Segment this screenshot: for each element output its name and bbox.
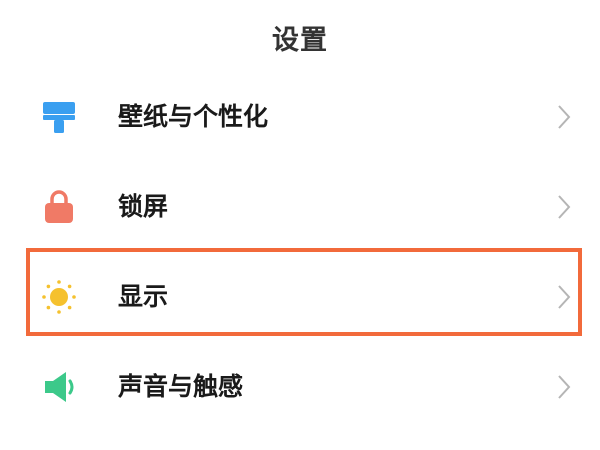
settings-item-display[interactable]: 显示 [0, 252, 600, 342]
settings-item-label: 锁屏 [118, 192, 169, 221]
sun-icon [40, 278, 78, 316]
settings-item-label: 壁纸与个性化 [118, 102, 269, 131]
wallpaper-brush-icon [40, 98, 78, 136]
page-title: 设置 [272, 25, 328, 56]
chevron-right-icon [556, 193, 572, 221]
chevron-right-icon [556, 283, 572, 311]
settings-item-label: 显示 [118, 282, 169, 311]
settings-list: 壁纸与个性化 锁屏 显示 声音与触感 [0, 72, 600, 432]
chevron-right-icon [556, 373, 572, 401]
lock-icon [40, 188, 78, 226]
speaker-icon [40, 368, 78, 406]
settings-item-sound[interactable]: 声音与触感 [0, 342, 600, 432]
settings-item-lock-screen[interactable]: 锁屏 [0, 162, 600, 252]
settings-item-label: 声音与触感 [118, 372, 244, 401]
chevron-right-icon [556, 103, 572, 131]
settings-item-wallpaper[interactable]: 壁纸与个性化 [0, 72, 600, 162]
